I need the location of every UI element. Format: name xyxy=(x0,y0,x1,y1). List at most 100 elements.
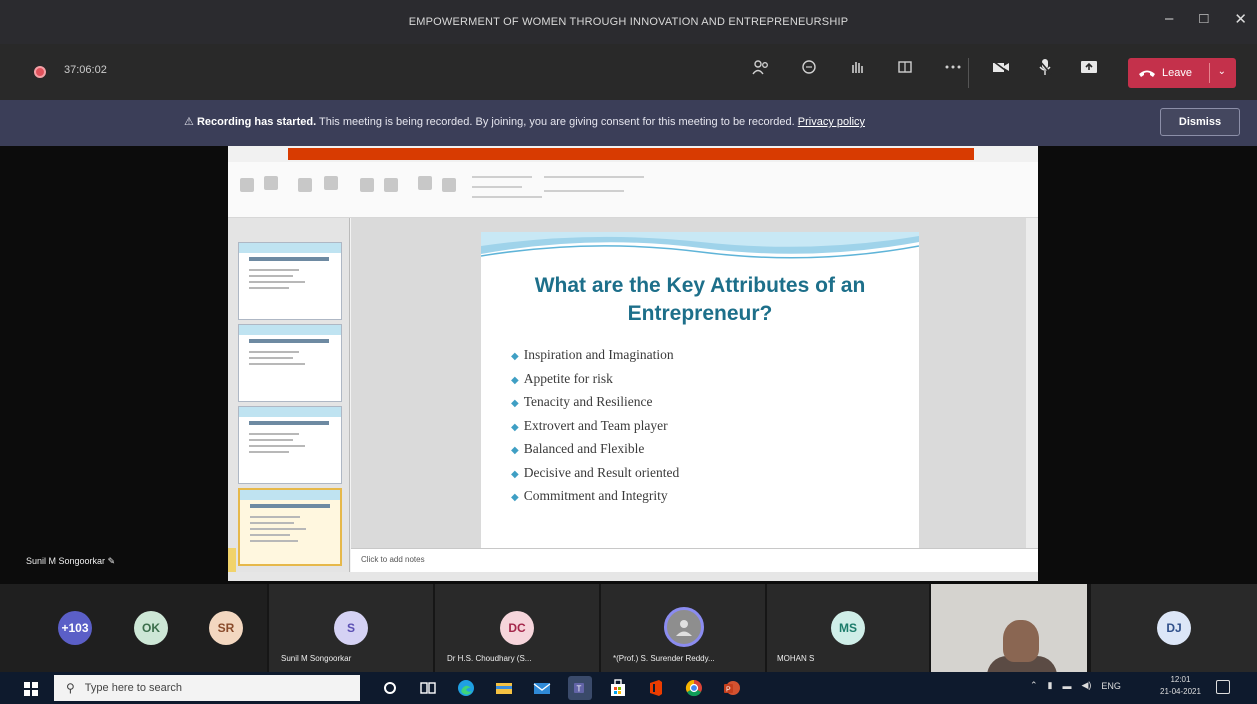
participant-tile[interactable]: MS MOHAN S xyxy=(767,584,929,672)
bullet-item: ◆ Appetite for risk xyxy=(511,370,613,386)
participant-name: *(Prof.) S. Surender Reddy... xyxy=(613,654,715,663)
ribbon-text xyxy=(472,176,532,178)
leave-split-divider xyxy=(1209,63,1210,83)
mic-icon[interactable] xyxy=(1034,56,1056,78)
participants-icon[interactable] xyxy=(750,56,772,78)
dismiss-button[interactable]: Dismiss xyxy=(1160,108,1240,136)
camera-icon[interactable] xyxy=(990,56,1012,78)
raise-hand-icon[interactable] xyxy=(846,56,868,78)
participant-video[interactable] xyxy=(931,584,1087,672)
volume-icon[interactable]: ◀) xyxy=(1082,680,1092,691)
avatar: S xyxy=(334,611,368,645)
task-view-icon[interactable] xyxy=(416,676,440,700)
avatar[interactable]: OK xyxy=(134,611,168,645)
minimize-button[interactable]: – xyxy=(1165,10,1173,28)
media-controls xyxy=(990,56,1100,78)
avatar[interactable]: SR xyxy=(209,611,243,645)
slide-thumbnail-selected[interactable] xyxy=(238,488,342,566)
participant-tile[interactable]: DJ xyxy=(1091,584,1257,672)
windows-start-icon[interactable] xyxy=(24,682,38,696)
slide-bullets: ◆ Inspiration and Imagination ◆ Appetite f… xyxy=(511,343,679,508)
svg-text:P: P xyxy=(726,687,731,694)
participant-tile[interactable]: DC Dr H.S. Choudhary (S... xyxy=(435,584,599,672)
ribbon-text xyxy=(544,176,644,178)
participant-tile[interactable]: S Sunil M Songoorkar xyxy=(269,584,433,672)
taskbar-clock[interactable]: 12:01 21-04-2021 xyxy=(1160,674,1201,698)
chrome-icon[interactable] xyxy=(682,676,706,700)
leave-label: Leave xyxy=(1162,67,1192,79)
office-icon[interactable] xyxy=(644,676,668,700)
slide-title-line1: What are the Key Attributes of an xyxy=(534,274,866,297)
phone-hangup-icon xyxy=(1139,70,1155,77)
clock-date: 21-04-2021 xyxy=(1160,687,1201,696)
privacy-policy-link[interactable]: Privacy policy xyxy=(798,116,865,128)
chevron-down-icon[interactable]: ⌄ xyxy=(1218,66,1226,77)
presenter-name: Sunil M Songoorkar ✎ xyxy=(26,556,116,566)
teams-icon[interactable]: T xyxy=(568,676,592,700)
recording-banner: ⚠ Recording has started. This meeting is… xyxy=(0,100,1257,146)
avatar: DJ xyxy=(1157,611,1191,645)
slide-thumbnail[interactable] xyxy=(238,324,342,402)
person-icon xyxy=(676,620,692,636)
warning-icon: ⚠ xyxy=(184,116,194,128)
powerpoint-icon[interactable]: P xyxy=(720,676,744,700)
chat-icon[interactable] xyxy=(798,56,820,78)
search-placeholder: Type here to search xyxy=(84,682,183,694)
clock-time: 12:01 xyxy=(1170,675,1191,684)
cortana-icon[interactable] xyxy=(378,676,402,700)
ribbon-tool-icon xyxy=(240,178,254,192)
ribbon-text xyxy=(472,186,522,188)
participant-name: Sunil M Songoorkar xyxy=(281,654,352,663)
bullet-item: ◆ Inspiration and Imagination xyxy=(511,347,674,362)
notes-pane[interactable]: Click to add notes xyxy=(351,548,1038,572)
slide-canvas: What are the Key Attributes of an Entrep… xyxy=(481,232,919,548)
window-titlebar: EMPOWERMENT OF WOMEN THROUGH INNOVATION … xyxy=(0,0,1257,44)
maximize-button[interactable]: □ xyxy=(1199,10,1208,28)
ribbon-tool-icon xyxy=(418,176,432,190)
notification-icon[interactable] xyxy=(1216,680,1230,694)
language-indicator[interactable]: ENG xyxy=(1101,681,1121,691)
mic-off-icon: ✎ xyxy=(107,556,116,566)
network-icon[interactable]: ▬ xyxy=(1063,681,1072,691)
close-button[interactable]: ✕ xyxy=(1234,10,1247,28)
edge-icon[interactable] xyxy=(454,676,478,700)
store-icon[interactable] xyxy=(606,676,630,700)
slide-thumbnail[interactable] xyxy=(238,242,342,320)
taskbar-search[interactable]: ⚲ Type here to search xyxy=(54,675,360,701)
leave-button[interactable]: Leave ⌄ xyxy=(1128,58,1236,88)
participant-tile[interactable]: *(Prof.) S. Surender Reddy... xyxy=(601,584,765,672)
bullet-item: ◆ Commitment and Integrity xyxy=(511,488,668,503)
search-icon: ⚲ xyxy=(66,681,75,695)
meeting-actions xyxy=(750,56,964,78)
bullet-item: ◆ Decisive and Result oriented xyxy=(511,464,680,480)
notes-placeholder: Click to add notes xyxy=(361,555,425,564)
overflow-avatar[interactable]: +103 xyxy=(58,611,92,645)
avatar: MS xyxy=(831,611,865,645)
banner-text: This meeting is being recorded. By joini… xyxy=(316,116,795,128)
ribbon-text xyxy=(472,196,542,198)
more-icon[interactable] xyxy=(942,56,964,78)
rooms-icon[interactable] xyxy=(894,56,916,78)
avatar xyxy=(664,607,704,647)
participant-name: Dr H.S. Choudhary (S... xyxy=(447,654,532,663)
mic-tray-icon[interactable]: ▮ xyxy=(1048,680,1053,691)
slide-wave-decoration xyxy=(481,232,919,268)
ribbon-tool-icon xyxy=(442,178,456,192)
bullet-item: ◆ Tenacity and Resilience xyxy=(511,394,653,409)
ribbon-tool-icon xyxy=(298,178,312,192)
editor-scrollbar[interactable] xyxy=(1026,218,1038,548)
slide-thumbnail[interactable] xyxy=(238,406,342,484)
bullet-item: ◆ Extrovert and Team player xyxy=(511,417,668,433)
system-tray: ⌃ ▮ ▬ ◀) ENG xyxy=(1030,680,1121,691)
avatar: DC xyxy=(500,611,534,645)
participant-strip: +103 OK SR S Sunil M Songoorkar DC Dr H.… xyxy=(0,584,1257,672)
meeting-timer: 37:06:02 xyxy=(64,64,107,76)
ribbon-tool-icon xyxy=(264,176,278,190)
chevron-up-icon[interactable]: ⌃ xyxy=(1030,680,1038,691)
mail-icon[interactable] xyxy=(530,676,554,700)
window-controls: – □ ✕ xyxy=(1165,10,1247,28)
file-explorer-icon[interactable] xyxy=(492,676,516,700)
share-icon[interactable] xyxy=(1078,56,1100,78)
svg-text:T: T xyxy=(577,685,582,694)
slide-thumbnails xyxy=(228,218,350,581)
